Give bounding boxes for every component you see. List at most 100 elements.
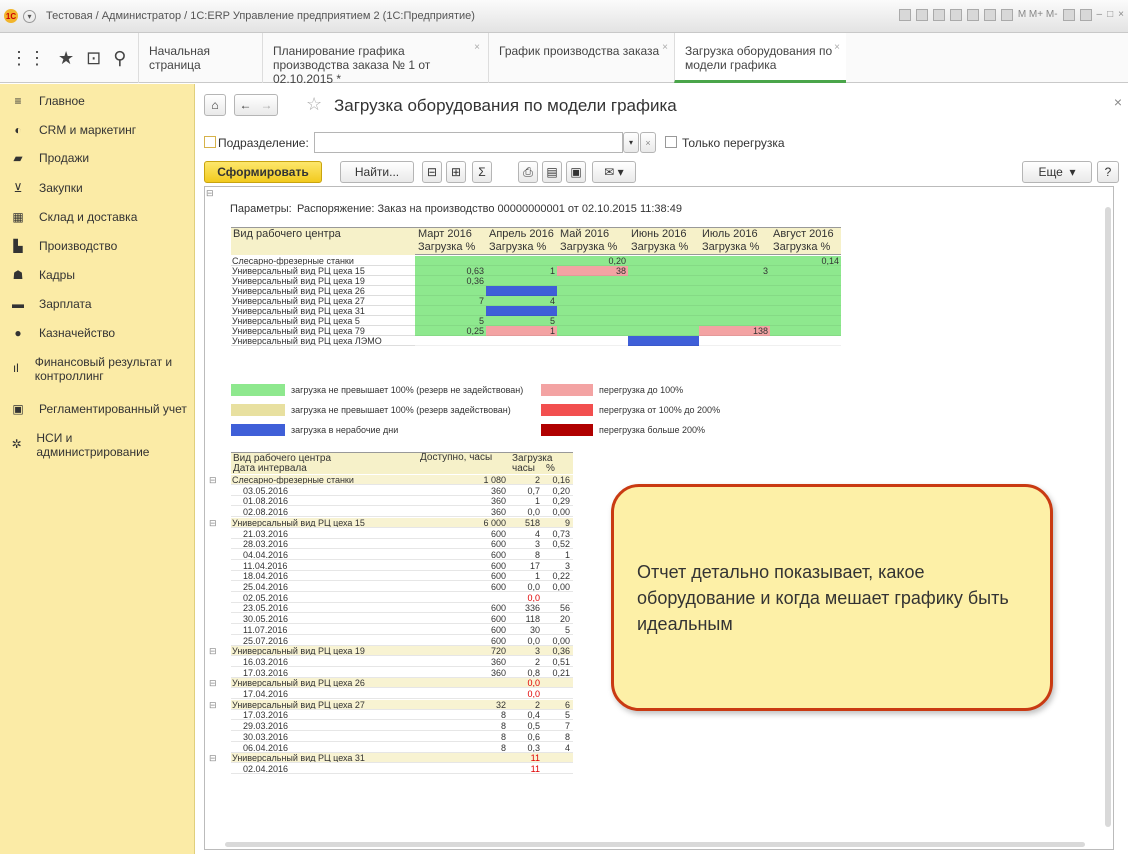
more-button[interactable]: Еще ▾ (1022, 161, 1092, 183)
row-load-percent: 56 (543, 603, 573, 614)
sum-icon[interactable]: Σ (472, 161, 492, 183)
window-toggle-icon[interactable] (1062, 9, 1075, 21)
favorite-star-icon[interactable]: ☆ (306, 94, 322, 115)
department-checkbox[interactable] (204, 136, 216, 148)
tab-close-icon[interactable]: × (662, 41, 668, 55)
row-load-percent: 20 (543, 614, 573, 625)
preview-icon[interactable]: ▤ (542, 161, 562, 183)
sidebar-item-admin[interactable]: ✲ НСИ и администрирование (0, 431, 160, 459)
sidebar-item-hr[interactable]: ☗ Кадры (0, 268, 195, 282)
date-row-name: 25.07.2016 (231, 635, 417, 646)
favorites-star-icon[interactable]: ★ (58, 48, 74, 69)
row-load-percent: 6 (543, 699, 573, 710)
collapse-icon[interactable]: ⊟ (422, 161, 442, 183)
maximize-button[interactable]: □ (1107, 9, 1113, 21)
row-load-hours: 0,0 (509, 507, 543, 518)
matrix-sub-header: Загрузка % (699, 241, 770, 255)
row-load-hours: 0,0 (509, 582, 543, 592)
detail-header-date: Дата интервала (231, 463, 417, 474)
row-available: 600 (417, 549, 509, 560)
nav-back-forward[interactable]: ← → (234, 94, 278, 116)
send-icon[interactable]: ✉ ▾ (592, 161, 636, 183)
row-load-hours: 17 (509, 560, 543, 571)
sidebar-item-warehouse[interactable]: ▦ Склад и доставка (0, 210, 195, 224)
tab-planning[interactable]: Планирование графика производства заказа… (262, 33, 486, 86)
sidebar-item-purchases[interactable]: ⊻ Закупки (0, 181, 195, 195)
matrix-cell (699, 276, 770, 286)
row-available: 1 080 (417, 475, 509, 485)
home-icon: ⌂ (211, 98, 219, 112)
save-icon[interactable]: ▣ (566, 161, 586, 183)
department-dropdown-button[interactable]: ▾ (623, 132, 639, 153)
tab-schedule[interactable]: График производства заказа × (488, 33, 674, 83)
sidebar-item-main[interactable]: ≡ Главное (0, 94, 195, 108)
vertical-scrollbar[interactable] (1105, 207, 1111, 827)
matrix-cell (699, 286, 770, 296)
legend-swatch (541, 404, 593, 416)
detail-header-available: Доступно, часы (417, 452, 509, 474)
generate-button[interactable]: Сформировать (204, 161, 322, 183)
sidebar-item-sales[interactable]: ▰ Продажи (0, 151, 195, 165)
matrix-cell (628, 306, 699, 316)
close-form-icon[interactable]: × (1114, 94, 1122, 110)
date-row-name: 04.04.2016 (231, 549, 417, 560)
tab-bar: ⋮⋮ ★ ⊡ ⚲ Начальная страница Планирование… (0, 33, 1128, 86)
tab-equipment-load[interactable]: Загрузка оборудования по модели графика … (674, 33, 846, 83)
favorites-icon[interactable] (949, 9, 962, 21)
row-available: 32 (417, 699, 509, 710)
horizontal-scrollbar[interactable] (225, 842, 1085, 847)
group-row-name: Универсальный вид РЦ цеха 27 (231, 699, 417, 710)
date-row-name: 30.05.2016 (231, 614, 417, 625)
tab-close-icon[interactable]: × (474, 41, 480, 55)
date-row-name: 11.07.2016 (231, 624, 417, 635)
overload-only-checkbox[interactable] (665, 136, 677, 148)
sidebar-item-crm[interactable]: ◐ CRM и маркетинг (0, 123, 195, 137)
matrix-cell (770, 336, 841, 346)
help-button[interactable]: ? (1097, 161, 1119, 183)
row-load-percent: 0,00 (543, 507, 573, 518)
history-icon[interactable]: ⊡ (86, 48, 101, 69)
save-icon[interactable] (898, 9, 911, 21)
calendar-icon[interactable] (1000, 9, 1013, 21)
row-available (417, 678, 509, 689)
minimize-button[interactable]: – (1097, 9, 1103, 21)
tab-label: Начальная страница (149, 44, 211, 72)
nav-icons: ⋮⋮ ★ ⊡ ⚲ (0, 33, 138, 83)
preview-icon[interactable] (932, 9, 945, 21)
department-input[interactable] (314, 132, 623, 153)
row-available (417, 592, 509, 603)
close-window-button[interactable]: × (1118, 9, 1124, 21)
tab-home[interactable]: Начальная страница (138, 33, 252, 83)
calc-icon[interactable] (983, 9, 996, 21)
matrix-cell: 4 (486, 296, 557, 306)
expand-icon[interactable]: ⊞ (446, 161, 466, 183)
link-icon[interactable] (966, 9, 979, 21)
collapse-all-icon[interactable]: ⊟ (206, 188, 214, 199)
print-icon[interactable]: ⎙ (518, 161, 538, 183)
find-button[interactable]: Найти... (340, 161, 414, 183)
forward-arrow-icon[interactable]: → (261, 98, 273, 112)
group-collapse-icon: ⊟ (209, 517, 217, 528)
chart-icon: ıl (12, 361, 19, 375)
print-icon[interactable] (915, 9, 928, 21)
sidebar-item-salary[interactable]: ▬ Зарплата (0, 297, 195, 311)
sidebar: ≡ Главное ◐ CRM и маркетинг ▰ Продажи ⊻ Заку… (0, 84, 195, 854)
window-title: Тестовая / Администратор / 1С:ERP Управл… (46, 10, 475, 22)
apps-grid-icon[interactable]: ⋮⋮ (10, 48, 46, 69)
back-arrow-icon[interactable]: ← (240, 98, 252, 112)
department-clear-button[interactable]: × (640, 132, 656, 153)
matrix-cell: 0,63 (415, 266, 486, 276)
sidebar-item-finance[interactable]: ıl Финансовый результат и контроллинг (0, 355, 180, 383)
app-menu-icon[interactable]: ▾ (23, 9, 36, 23)
memory-buttons[interactable]: M M+ M- (1018, 9, 1058, 21)
date-row-name: 02.05.2016 (231, 592, 417, 603)
info-icon[interactable] (1079, 9, 1092, 21)
home-button[interactable]: ⌂ (204, 94, 226, 116)
row-available: 360 (417, 496, 509, 507)
sidebar-item-regulated[interactable]: ▣ Регламентированный учет (0, 402, 195, 416)
sidebar-item-treasury[interactable]: ● Казначейство (0, 326, 195, 340)
search-icon[interactable]: ⚲ (113, 48, 126, 69)
tab-label: График производства заказа (499, 44, 660, 58)
sidebar-item-production[interactable]: ▙ Производство (0, 239, 195, 253)
tab-close-icon[interactable]: × (834, 41, 840, 55)
